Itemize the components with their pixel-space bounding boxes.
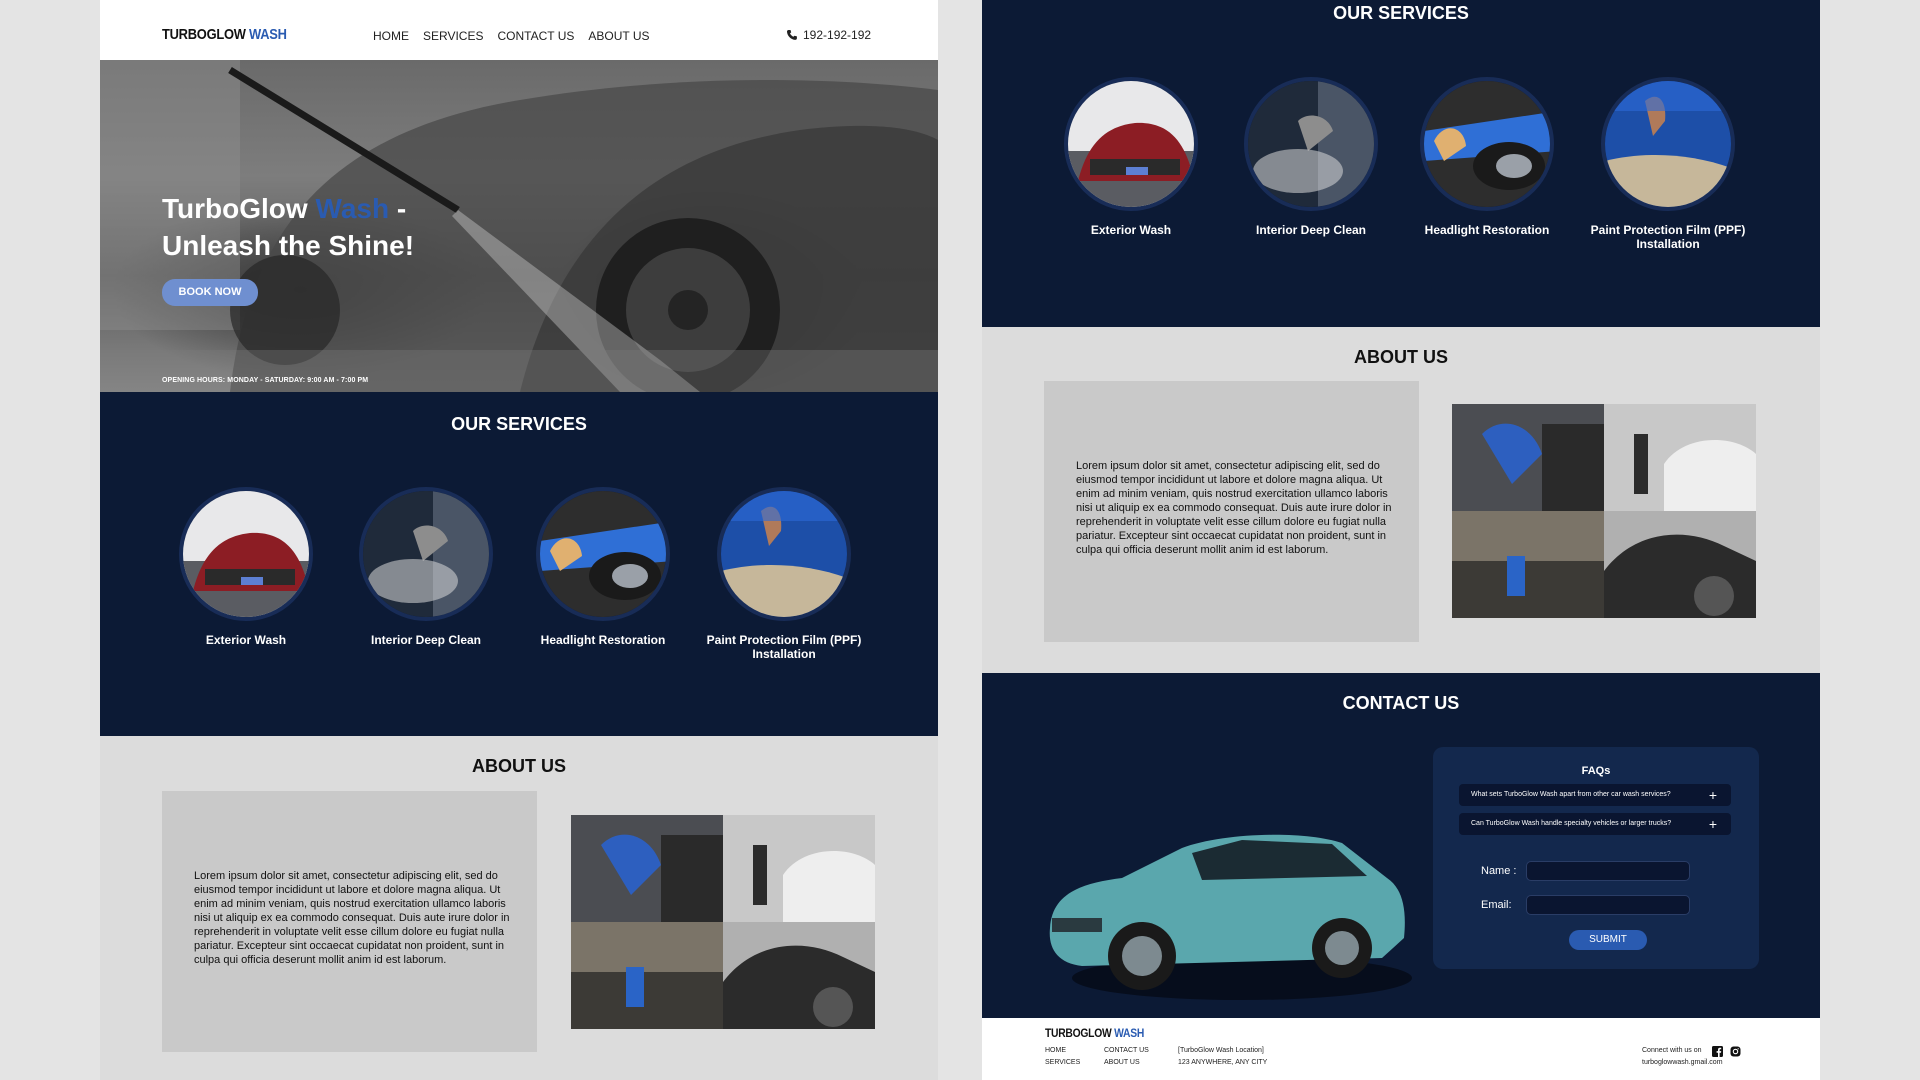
footer-email[interactable]: turboglowwash.gmail.com [1642, 1057, 1741, 1069]
location-name: [TurboGlow Wash Location] [1178, 1047, 1264, 1054]
service-label: Paint Protection Film (PPF) Installation [1590, 223, 1746, 251]
about-photo-2 [723, 815, 875, 922]
interior-clean-photo [1244, 77, 1378, 211]
plus-icon[interactable]: + [1709, 784, 1717, 806]
hero-section: TurboGlow Wash - Unleash the Shine! BOOK… [100, 60, 938, 392]
services-section-continued: OUR SERVICES Exterior Wash Interior Deep… [982, 0, 1820, 327]
email-input[interactable] [1526, 895, 1690, 915]
service-label: Interior Deep Clean [370, 633, 482, 647]
footer: TURBOGLOW WASH HOME SERVICES CONTACT US … [982, 1018, 1820, 1080]
about-text: Lorem ipsum dolor sit amet, consectetur … [1076, 460, 1392, 556]
about-section: ABOUT US Lorem ipsum dolor sit amet, con… [982, 327, 1820, 673]
plus-icon[interactable]: + [1709, 813, 1717, 835]
faq-contact-card: FAQs What sets TurboGlow Wash apart from… [1433, 747, 1759, 969]
nav-links: HOME SERVICES CONTACT US ABOUT US [373, 29, 650, 43]
about-title: ABOUT US [1354, 347, 1448, 367]
phone-icon [786, 30, 797, 40]
location-address: 123 ANYWHERE, ANY CITY [1178, 1059, 1268, 1066]
service-label: Interior Deep Clean [1255, 223, 1367, 237]
service-label: Exterior Wash [205, 633, 287, 647]
services-title: OUR SERVICES [451, 414, 587, 434]
footer-nav-col-1: HOME SERVICES [1045, 1045, 1080, 1069]
footer-link-home[interactable]: HOME [1045, 1045, 1080, 1057]
brand-logo[interactable]: TURBOGLOW WASH [162, 26, 287, 43]
about-photo-1 [571, 815, 723, 922]
about-photo-2 [1604, 404, 1756, 511]
service-interior-deep-clean[interactable]: Interior Deep Clean [1221, 77, 1401, 237]
about-title: ABOUT US [472, 756, 566, 776]
service-label: Paint Protection Film (PPF) Installation [706, 633, 862, 661]
exterior-wash-photo [179, 487, 313, 621]
about-text-box: Lorem ipsum dolor sit amet, consectetur … [162, 791, 537, 1052]
nav-contact[interactable]: CONTACT US [497, 29, 574, 43]
landing-page-right: OUR SERVICES Exterior Wash Interior Deep… [982, 0, 1820, 1080]
submit-button[interactable]: SUBMIT [1569, 930, 1647, 950]
phone-number: 192-192-192 [803, 28, 872, 42]
facebook-icon[interactable] [1711, 1045, 1723, 1057]
service-label: Headlight Restoration [1424, 223, 1550, 237]
connect-label: Connect with us on [1642, 1047, 1702, 1054]
faq-item[interactable]: Can TurboGlow Wash handle specialty vehi… [1459, 813, 1731, 835]
footer-logo[interactable]: TURBOGLOW WASH [1045, 1026, 1144, 1040]
name-input[interactable] [1526, 861, 1690, 881]
nav-services[interactable]: SERVICES [423, 29, 483, 43]
contact-title: CONTACT US [1342, 693, 1460, 713]
contact-section: CONTACT US FAQs What sets TurboGlow Wash… [982, 673, 1820, 1018]
opening-hours: OPENING HOURS: MONDAY - SATURDAY: 9:00 A… [162, 377, 369, 384]
about-photo-grid [571, 815, 875, 1029]
book-now-button[interactable]: BOOK NOW [162, 279, 258, 306]
about-photo-4 [723, 922, 875, 1029]
service-headlight-restoration[interactable]: Headlight Restoration [513, 487, 693, 647]
service-headlight-restoration[interactable]: Headlight Restoration [1397, 77, 1577, 237]
about-section: ABOUT US Lorem ipsum dolor sit amet, con… [100, 736, 938, 1080]
about-photo-1 [1452, 404, 1604, 511]
interior-clean-photo [359, 487, 493, 621]
ppf-photo [1601, 77, 1735, 211]
headlight-photo [1420, 77, 1554, 211]
service-ppf-installation[interactable]: Paint Protection Film (PPF) Installation [1578, 77, 1758, 251]
phone-contact[interactable]: 192-192-192 [786, 28, 871, 42]
faq-question: What sets TurboGlow Wash apart from othe… [1471, 791, 1671, 798]
instagram-icon[interactable] [1730, 1046, 1741, 1057]
teal-suv-image [1049, 834, 1412, 1000]
name-label: Name : [1481, 865, 1517, 877]
ppf-photo [717, 487, 851, 621]
service-interior-deep-clean[interactable]: Interior Deep Clean [336, 487, 516, 647]
nav-home[interactable]: HOME [373, 29, 409, 43]
footer-connect: Connect with us on turboglowwash.gmail.c… [1642, 1045, 1741, 1069]
service-exterior-wash[interactable]: Exterior Wash [1041, 77, 1221, 237]
email-label: Email: [1481, 899, 1512, 911]
services-title: OUR SERVICES [1333, 3, 1469, 23]
footer-location: [TurboGlow Wash Location] 123 ANYWHERE, … [1178, 1045, 1267, 1069]
nav-about[interactable]: ABOUT US [588, 29, 649, 43]
service-exterior-wash[interactable]: Exterior Wash [156, 487, 336, 647]
service-ppf-installation[interactable]: Paint Protection Film (PPF) Installation [694, 487, 874, 661]
footer-link-about[interactable]: ABOUT US [1104, 1057, 1149, 1069]
faq-title: FAQs [1581, 765, 1611, 777]
services-section: OUR SERVICES Exterior Wash Interior Deep… [100, 392, 938, 736]
about-text: Lorem ipsum dolor sit amet, consectetur … [194, 870, 510, 966]
about-photo-grid [1452, 404, 1756, 618]
about-text-box: Lorem ipsum dolor sit amet, consectetur … [1044, 381, 1419, 642]
landing-page-left: TURBOGLOW WASH HOME SERVICES CONTACT US … [100, 0, 938, 1080]
headlight-photo [536, 487, 670, 621]
navbar: TURBOGLOW WASH HOME SERVICES CONTACT US … [100, 0, 938, 60]
footer-link-services[interactable]: SERVICES [1045, 1057, 1080, 1069]
faq-question: Can TurboGlow Wash handle specialty vehi… [1471, 820, 1672, 827]
faq-item[interactable]: What sets TurboGlow Wash apart from othe… [1459, 784, 1731, 806]
hero-title: TurboGlow Wash - Unleash the Shine! [162, 193, 415, 261]
exterior-wash-photo [1064, 77, 1198, 211]
about-photo-4 [1604, 511, 1756, 618]
footer-nav-col-2: CONTACT US ABOUT US [1104, 1045, 1149, 1069]
service-label: Headlight Restoration [540, 633, 666, 647]
service-label: Exterior Wash [1090, 223, 1172, 237]
about-photo-3 [571, 922, 723, 1029]
about-photo-3 [1452, 511, 1604, 618]
footer-link-contact[interactable]: CONTACT US [1104, 1045, 1149, 1057]
